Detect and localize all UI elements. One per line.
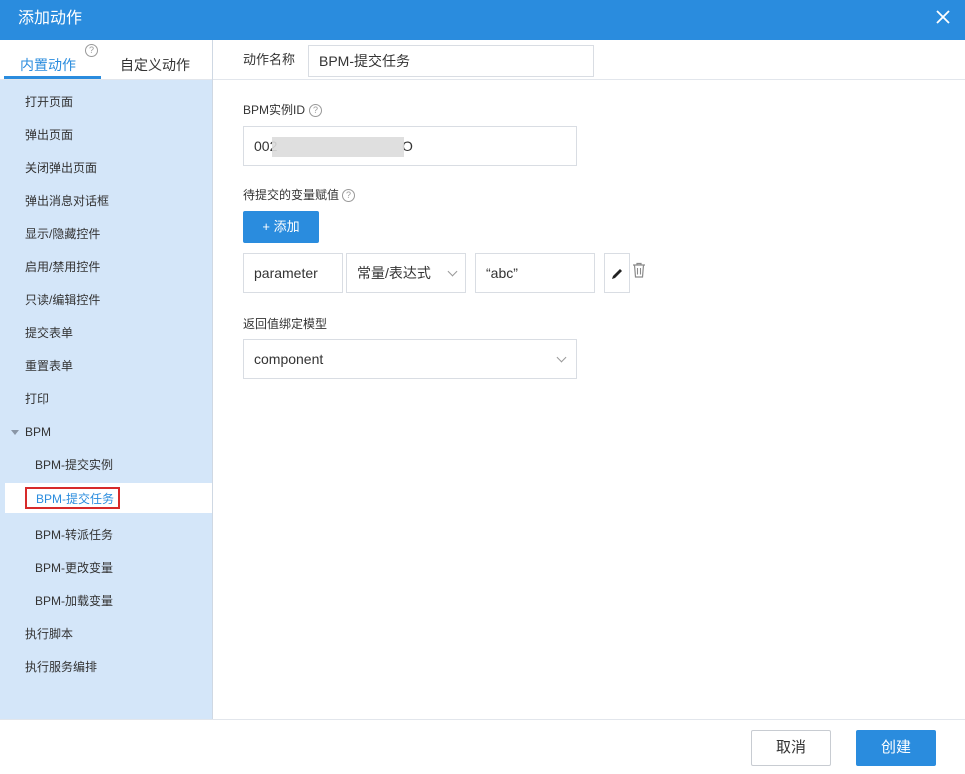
sidebar-item-popup-page[interactable]: 弹出页面	[0, 120, 212, 150]
dialog-footer: 取消 创建	[0, 719, 965, 774]
sidebar-item-bpm-reassign-task[interactable]: BPM-转派任务	[0, 520, 212, 550]
sidebar-item-label: BPM-转派任务	[35, 528, 114, 542]
trash-icon[interactable]	[632, 262, 646, 278]
sidebar-item-label: 关闭弹出页面	[25, 161, 98, 175]
sidebar-item-submit-form[interactable]: 提交表单	[0, 318, 212, 348]
sidebar-item-label: BPM-加载变量	[35, 594, 114, 608]
variables-label: 待提交的变量赋值	[243, 188, 340, 202]
sidebar-item-label: BPM	[25, 425, 52, 439]
sidebar-item-message-dialog[interactable]: 弹出消息对话框	[0, 186, 212, 216]
chevron-down-icon	[447, 266, 458, 277]
action-name-input[interactable]: BPM-提交任务	[308, 45, 594, 77]
dialog-title: 添加动作	[18, 10, 83, 27]
sidebar-item-label: 显示/隐藏控件	[25, 227, 101, 241]
sidebar-item-label: 弹出消息对话框	[25, 194, 110, 208]
edit-variable-button[interactable]	[604, 253, 630, 293]
sidebar-item-readonly-edit[interactable]: 只读/编辑控件	[0, 285, 212, 315]
tab-builtin-actions[interactable]: 内置动作	[20, 56, 76, 74]
sidebar-item-open-page[interactable]: 打开页面	[0, 87, 212, 117]
variable-name-input[interactable]: parameter	[243, 253, 343, 293]
pencil-icon	[612, 269, 622, 279]
create-button[interactable]: 创建	[856, 730, 936, 766]
sidebar-item-label: 弹出页面	[25, 128, 74, 142]
redaction-mask	[272, 137, 404, 157]
sidebar-item-label: 只读/编辑控件	[25, 293, 101, 307]
return-binding-label: 返回值绑定模型	[243, 317, 328, 331]
add-variable-button[interactable]: + 添加	[243, 211, 319, 243]
sidebar-item-label: BPM-提交任务	[25, 487, 121, 509]
sidebar-item-label: BPM-提交实例	[35, 458, 114, 472]
sidebar-item-run-orchestration[interactable]: 执行服务编排	[0, 652, 212, 682]
variable-type-value: 常量/表达式	[357, 265, 431, 281]
help-icon[interactable]: ?	[309, 104, 322, 117]
sidebar-item-label: 打开页面	[25, 95, 74, 109]
sidebar-item-label: 执行脚本	[25, 627, 74, 641]
sidebar-item-show-hide[interactable]: 显示/隐藏控件	[0, 219, 212, 249]
sidebar-item-enable-disable[interactable]: 启用/禁用控件	[0, 252, 212, 282]
action-form: 动作名称 BPM-提交任务 BPM实例ID ? 002 O 待提交的变量赋值 ?…	[213, 40, 965, 719]
instance-id-label: BPM实例ID	[243, 103, 306, 117]
help-icon[interactable]: ?	[85, 44, 98, 57]
instance-id-input[interactable]: 002 O	[243, 126, 577, 166]
variable-value-text: “abc”	[486, 265, 518, 281]
caret-down-icon	[11, 430, 19, 435]
sidebar-tabs: 内置动作 ? 自定义动作	[0, 40, 212, 80]
sidebar-item-bpm-submit-task[interactable]: BPM-提交任务	[5, 483, 212, 513]
action-name-value: BPM-提交任务	[319, 53, 410, 69]
cancel-button[interactable]: 取消	[751, 730, 831, 766]
sidebar-item-label: 提交表单	[25, 326, 74, 340]
sidebar-item-bpm-submit-instance[interactable]: BPM-提交实例	[0, 450, 212, 480]
close-icon[interactable]	[935, 9, 951, 25]
help-icon[interactable]: ?	[342, 189, 355, 202]
action-name-row: 动作名称 BPM-提交任务	[213, 40, 965, 80]
return-binding-value: component	[254, 351, 324, 367]
sidebar-item-print[interactable]: 打印	[0, 384, 212, 414]
sidebar-item-label: 打印	[25, 392, 50, 406]
sidebar-group-bpm[interactable]: BPM	[0, 417, 212, 447]
variable-type-select[interactable]: 常量/表达式	[346, 253, 466, 293]
sidebar-item-label: BPM-更改变量	[35, 561, 114, 575]
dialog-titlebar: 添加动作	[0, 0, 965, 40]
sidebar-item-reset-form[interactable]: 重置表单	[0, 351, 212, 381]
sidebar-item-label: 启用/禁用控件	[25, 260, 101, 274]
sidebar-item-label: 重置表单	[25, 359, 74, 373]
action-sidebar: 内置动作 ? 自定义动作 打开页面 弹出页面 关闭弹出页面 弹出消息对话框 显示…	[0, 40, 213, 719]
sidebar-item-run-script[interactable]: 执行脚本	[0, 619, 212, 649]
active-tab-indicator	[4, 76, 101, 79]
chevron-down-icon	[556, 352, 567, 363]
sidebar-item-close-popup[interactable]: 关闭弹出页面	[0, 153, 212, 183]
sidebar-item-bpm-load-variable[interactable]: BPM-加载变量	[0, 586, 212, 616]
tab-custom-actions[interactable]: 自定义动作	[120, 56, 190, 74]
variable-value-input[interactable]: “abc”	[475, 253, 595, 293]
sidebar-item-label: 执行服务编排	[25, 660, 98, 674]
variable-name-value: parameter	[254, 265, 318, 281]
sidebar-item-bpm-change-variable[interactable]: BPM-更改变量	[0, 553, 212, 583]
action-name-label: 动作名称	[243, 52, 296, 67]
return-binding-select[interactable]: component	[243, 339, 577, 379]
